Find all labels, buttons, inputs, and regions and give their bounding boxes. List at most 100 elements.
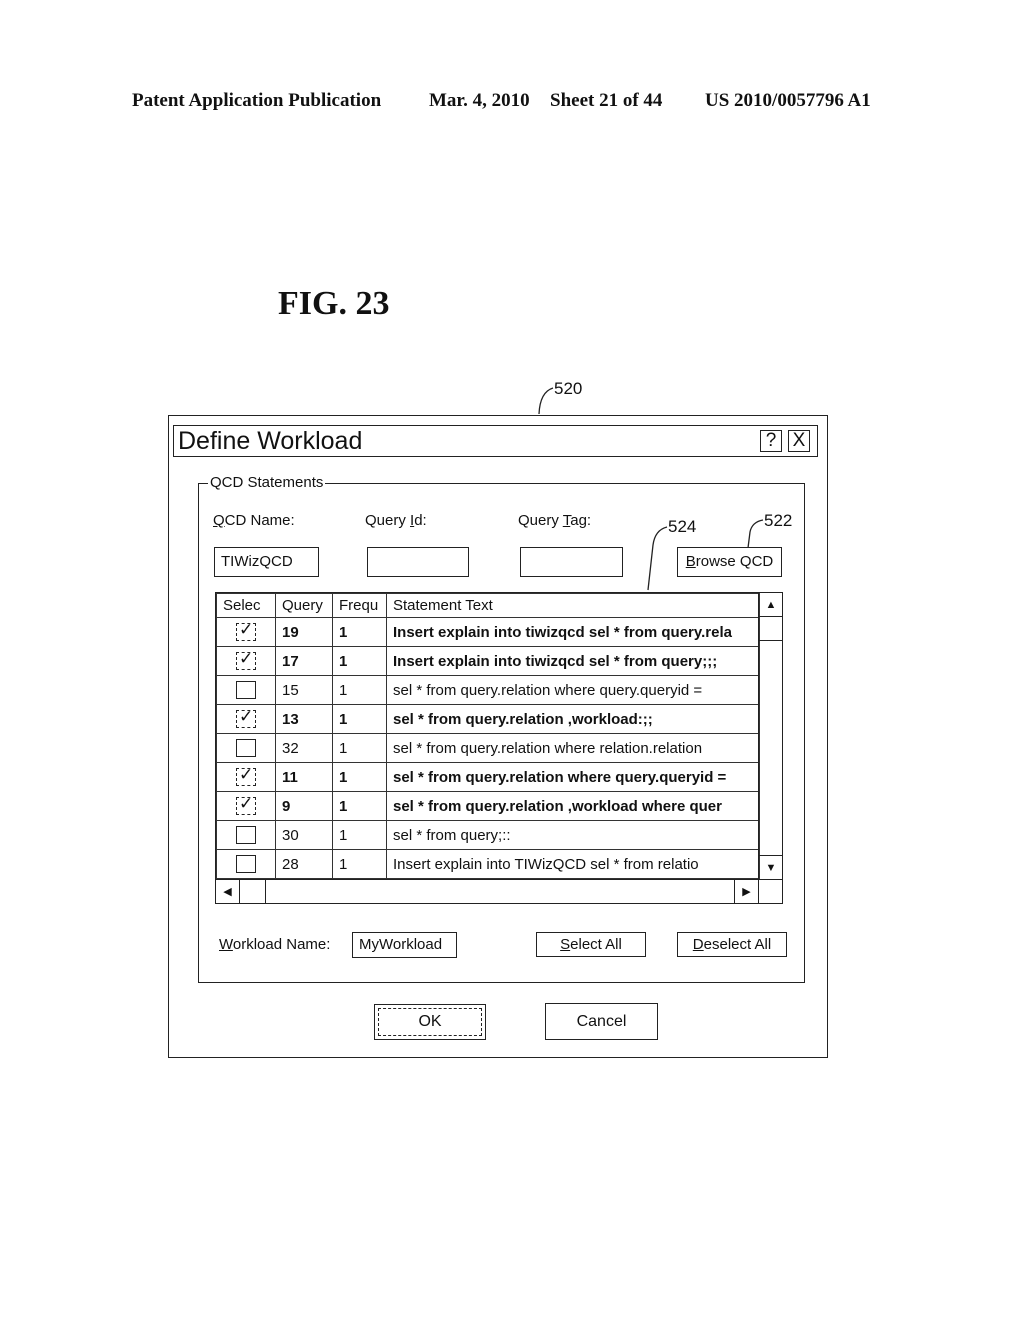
- table-row[interactable]: 111sel * from query.relation where query…: [216, 762, 760, 792]
- grid-header-row: Selec Query Frequ Statement Text: [216, 593, 760, 618]
- frequency-cell: 1: [332, 820, 387, 850]
- query-tag-label: Query Tag:: [518, 512, 591, 529]
- query-id-cell: 30: [275, 820, 333, 850]
- table-row[interactable]: 32 1 sel * from query.relation where relat…: [216, 733, 760, 763]
- select-cell: [216, 820, 276, 850]
- table-row[interactable]: 15 1 sel * from query.relation where query…: [216, 675, 760, 705]
- select-cell: [216, 733, 276, 763]
- query-id-label-pre: Query: [365, 512, 411, 529]
- horizontal-scroll-thumb[interactable]: [240, 880, 266, 903]
- table-row[interactable]: 191Insert explain into tiwizqcd sel * fr…: [216, 617, 760, 647]
- checkbox-checked[interactable]: [236, 649, 256, 671]
- qcd-name-label: QCD Name:: [213, 512, 295, 529]
- group-label: QCD Statements: [208, 474, 326, 491]
- checkbox-checked[interactable]: [236, 707, 256, 729]
- vertical-scrollbar[interactable]: ▲ ▼: [758, 593, 783, 879]
- table-row[interactable]: 171Insert explain into tiwizqcd sel * fr…: [216, 646, 760, 676]
- workload-name-mnemonic: W: [219, 936, 233, 953]
- ok-button-label: OK: [378, 1008, 482, 1036]
- ok-button[interactable]: OK: [374, 1004, 486, 1040]
- table-row[interactable]: 28 1 Insert explain into TIWizQCD sel * fr…: [216, 849, 760, 879]
- statement-text-cell: sel * from query.relation where relation…: [386, 733, 760, 763]
- browse-mnemonic: B: [685, 553, 696, 570]
- query-id-label-rest: d:: [414, 512, 427, 529]
- select-cell: [216, 791, 276, 821]
- browse-label: rowse QCD: [695, 553, 774, 570]
- scroll-up-arrow-icon[interactable]: ▲: [759, 593, 783, 617]
- query-id-cell: 9: [275, 791, 333, 821]
- col-header-query[interactable]: Query: [275, 593, 333, 618]
- scroll-right-arrow-icon[interactable]: ▶: [734, 880, 758, 904]
- query-id-cell: 15: [275, 675, 333, 705]
- table-row[interactable]: 91sel * from query.relation ,workload wh…: [216, 791, 760, 821]
- close-button[interactable]: X: [788, 430, 810, 452]
- frequency-cell: 1: [332, 849, 387, 879]
- checkbox-checked[interactable]: [236, 794, 256, 816]
- browse-qcd-button[interactable]: Browse QCD: [677, 547, 782, 577]
- statement-text-cell: Insert explain into tiwizqcd sel * from …: [386, 646, 760, 676]
- scroll-down-arrow-icon[interactable]: ▼: [759, 855, 783, 879]
- statements-grid: Selec Query Frequ Statement Text 191Inse…: [215, 592, 783, 904]
- query-id-cell: 19: [275, 617, 333, 647]
- deselect-all-button[interactable]: Deselect All: [677, 932, 787, 957]
- col-header-frequ[interactable]: Frequ: [332, 593, 387, 618]
- workload-name-label-text: orkload Name:: [232, 936, 331, 953]
- statements-table: Selec Query Frequ Statement Text 191Inse…: [216, 593, 760, 879]
- checkbox-checked[interactable]: [236, 620, 256, 642]
- cancel-button[interactable]: Cancel: [545, 1003, 658, 1040]
- statement-text-cell: Insert explain into TIWizQCD sel * from …: [386, 849, 760, 879]
- scroll-left-arrow-icon[interactable]: ◀: [216, 880, 240, 904]
- vertical-scroll-thumb[interactable]: [759, 617, 783, 641]
- query-id-cell: 17: [275, 646, 333, 676]
- query-id-cell: 28: [275, 849, 333, 879]
- statement-text-cell: sel * from query;::: [386, 820, 760, 850]
- horizontal-scrollbar[interactable]: ◀ ▶: [216, 879, 758, 904]
- statement-text-cell: sel * from query.relation ,workload wher…: [386, 791, 760, 821]
- table-row[interactable]: 30 1 sel * from query;::: [216, 820, 760, 850]
- statement-text-cell: sel * from query.relation where query.qu…: [386, 762, 760, 792]
- statement-text-cell: Insert explain into tiwizqcd sel * from …: [386, 617, 760, 647]
- select-all-mnemonic: S: [560, 936, 571, 953]
- checkbox-unchecked[interactable]: [236, 681, 256, 700]
- select-cell: [216, 646, 276, 676]
- query-tag-input[interactable]: [520, 547, 623, 577]
- help-button[interactable]: ?: [760, 430, 782, 452]
- qcd-name-label-text: CD Name:: [224, 512, 295, 529]
- deselect-all-label: eselect All: [703, 936, 772, 953]
- grid-body: 191Insert explain into tiwizqcd sel * fr…: [216, 617, 760, 879]
- select-cell: [216, 849, 276, 879]
- query-id-cell: 13: [275, 704, 333, 734]
- query-tag-label-rest: ag:: [570, 512, 592, 529]
- query-id-input[interactable]: [367, 547, 469, 577]
- frequency-cell: 1: [332, 762, 387, 792]
- checkbox-unchecked[interactable]: [236, 855, 256, 874]
- query-tag-label-pre: Query: [518, 512, 563, 529]
- frequency-cell: 1: [332, 791, 387, 821]
- frequency-cell: 1: [332, 646, 387, 676]
- workload-name-label: Workload Name:: [219, 936, 330, 953]
- workload-name-input[interactable]: MyWorkload: [352, 932, 457, 958]
- query-id-cell: 32: [275, 733, 333, 763]
- scrollbar-corner: [758, 879, 782, 903]
- deselect-all-mnemonic: D: [692, 936, 704, 953]
- col-header-statement-text[interactable]: Statement Text: [386, 593, 760, 618]
- frequency-cell: 1: [332, 704, 387, 734]
- checkbox-checked[interactable]: [236, 765, 256, 787]
- query-id-label: Query Id:: [365, 512, 427, 529]
- col-header-selec[interactable]: Selec: [216, 593, 276, 618]
- table-row[interactable]: 131sel * from query.relation ,workload:;…: [216, 704, 760, 734]
- frequency-cell: 1: [332, 675, 387, 705]
- query-id-cell: 11: [275, 762, 333, 792]
- select-cell: [216, 762, 276, 792]
- select-cell: [216, 617, 276, 647]
- dialog-title: Define Workload: [178, 427, 363, 455]
- qcd-name-input[interactable]: TIWizQCD: [214, 547, 319, 577]
- frequency-cell: 1: [332, 617, 387, 647]
- select-all-button[interactable]: Select All: [536, 932, 646, 957]
- checkbox-unchecked[interactable]: [236, 739, 256, 758]
- select-cell: [216, 675, 276, 705]
- statement-text-cell: sel * from query.relation where query.qu…: [386, 675, 760, 705]
- statement-text-cell: sel * from query.relation ,workload:;;: [386, 704, 760, 734]
- checkbox-unchecked[interactable]: [236, 826, 256, 845]
- select-cell: [216, 704, 276, 734]
